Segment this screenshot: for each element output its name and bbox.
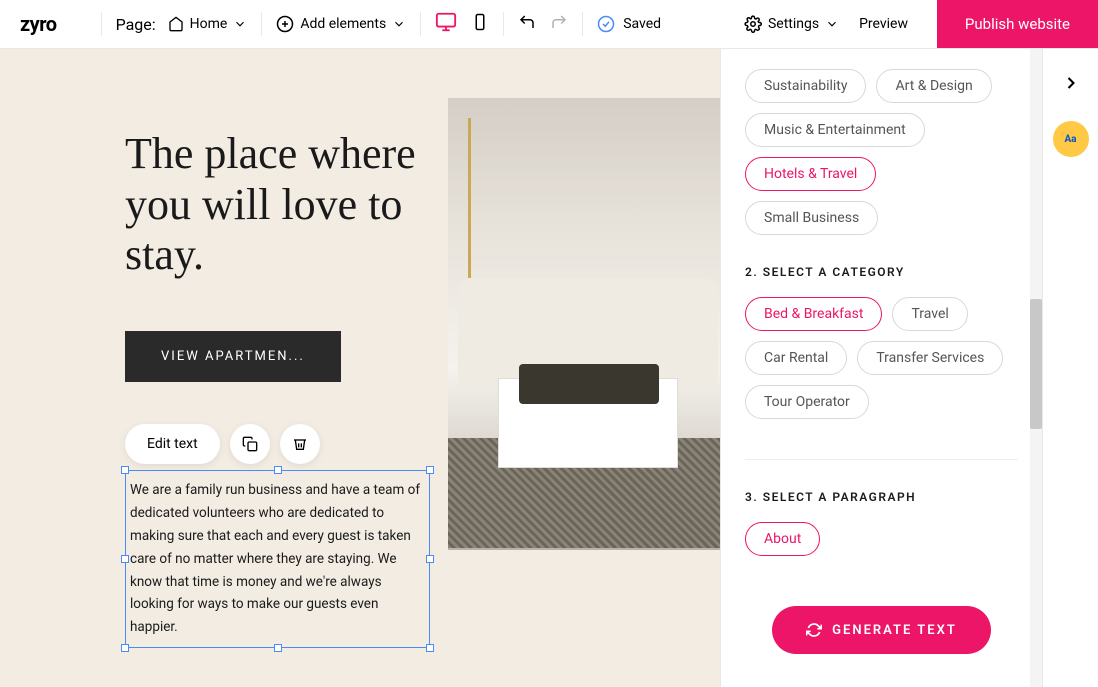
topic-chip[interactable]: Small Business [745, 201, 878, 235]
logo: zyro [20, 12, 57, 36]
ai-text-tool-button[interactable]: Aa [1053, 121, 1089, 157]
paragraph-chip[interactable]: About [745, 522, 820, 556]
resize-handle-l[interactable] [121, 555, 129, 563]
divider [503, 12, 504, 36]
resize-handle-t[interactable] [274, 466, 282, 474]
resize-handle-b[interactable] [274, 644, 282, 652]
page-name: Home [190, 16, 228, 32]
paragraph-text: We are a family run business and have a … [130, 482, 420, 636]
chevron-right-icon [1061, 73, 1081, 93]
redo-button[interactable] [550, 13, 568, 35]
section-3-header: 3. SELECT A PARAGRAPH [745, 490, 1018, 504]
topic-chip[interactable]: Music & Entertainment [745, 113, 925, 147]
trash-icon [292, 436, 308, 452]
saved-label: Saved [623, 16, 661, 32]
undo-button[interactable] [518, 13, 536, 35]
desktop-device-button[interactable] [435, 11, 457, 37]
edit-text-button[interactable]: Edit text [125, 424, 220, 464]
ai-badge-label: Aa [1064, 134, 1076, 145]
workspace: The place where you will love to stay. V… [0, 49, 1098, 687]
home-icon [168, 16, 184, 32]
saved-indicator: Saved [597, 15, 661, 33]
topic-chips: Sustainability Art & Design Music & Entert… [745, 69, 1018, 235]
resize-handle-br[interactable] [426, 644, 434, 652]
settings-button[interactable]: Settings [744, 15, 839, 33]
category-chip[interactable]: Travel [892, 297, 967, 331]
check-circle-icon [597, 15, 615, 33]
category-chip[interactable]: Car Rental [745, 341, 847, 375]
ai-text-panel: Sustainability Art & Design Music & Entert… [720, 49, 1042, 687]
preview-button[interactable]: Preview [859, 16, 908, 32]
headline-text[interactable]: The place where you will love to stay. [125, 129, 475, 281]
topic-chip[interactable]: Art & Design [876, 69, 991, 103]
desktop-icon [435, 11, 457, 33]
history-controls [518, 13, 568, 35]
delete-button[interactable] [280, 424, 320, 464]
mobile-device-button[interactable] [471, 13, 489, 35]
add-elements-label: Add elements [300, 16, 386, 32]
topbar: zyro Page: Home Add elements Save [0, 0, 1098, 49]
publish-button[interactable]: Publish website [937, 0, 1098, 48]
right-rail: Aa [1042, 49, 1098, 687]
chevron-down-icon [233, 17, 247, 31]
publish-label: Publish website [965, 15, 1070, 33]
text-edit-toolbar: Edit text [125, 424, 720, 464]
undo-icon [518, 13, 536, 31]
gear-icon [744, 15, 762, 33]
cta-button[interactable]: VIEW APARTMEN... [125, 331, 341, 382]
plus-circle-icon [276, 15, 294, 33]
resize-handle-bl[interactable] [121, 644, 129, 652]
divider [261, 12, 262, 36]
category-chip[interactable]: Bed & Breakfast [745, 297, 882, 331]
section-divider [745, 459, 1018, 460]
canvas[interactable]: The place where you will love to stay. V… [0, 49, 720, 687]
category-chip[interactable]: Tour Operator [745, 385, 869, 419]
topic-chip[interactable]: Hotels & Travel [745, 157, 876, 191]
page-label: Page: [116, 15, 156, 34]
resize-handle-r[interactable] [426, 555, 434, 563]
chevron-down-icon [825, 17, 839, 31]
settings-label: Settings [768, 16, 819, 32]
device-switcher [435, 11, 489, 37]
preview-label: Preview [859, 16, 908, 32]
divider [582, 12, 583, 36]
duplicate-button[interactable] [230, 424, 270, 464]
generate-label: GENERATE TEXT [832, 623, 957, 638]
page-selector-group: Page: Home [116, 15, 248, 34]
expand-rail-button[interactable] [1061, 73, 1081, 97]
add-elements-button[interactable]: Add elements [276, 15, 406, 33]
paragraph-chips: About [745, 522, 1018, 556]
selected-text-element[interactable]: We are a family run business and have a … [125, 470, 430, 649]
refresh-icon [806, 622, 822, 638]
resize-handle-tr[interactable] [426, 466, 434, 474]
page-dropdown[interactable]: Home [168, 16, 248, 32]
category-chips: Bed & Breakfast Travel Car Rental Transfer … [745, 297, 1018, 419]
topic-chip[interactable]: Sustainability [745, 69, 866, 103]
category-chip[interactable]: Transfer Services [857, 341, 1003, 375]
generate-text-button[interactable]: GENERATE TEXT [772, 606, 991, 654]
copy-icon [242, 436, 258, 452]
resize-handle-tl[interactable] [121, 466, 129, 474]
scrollbar-thumb[interactable] [1030, 299, 1042, 429]
mobile-icon [471, 13, 489, 31]
redo-icon [550, 13, 568, 31]
divider [420, 12, 421, 36]
divider [101, 12, 102, 36]
section-2-header: 2. SELECT A CATEGORY [745, 265, 1018, 279]
chevron-down-icon [392, 17, 406, 31]
